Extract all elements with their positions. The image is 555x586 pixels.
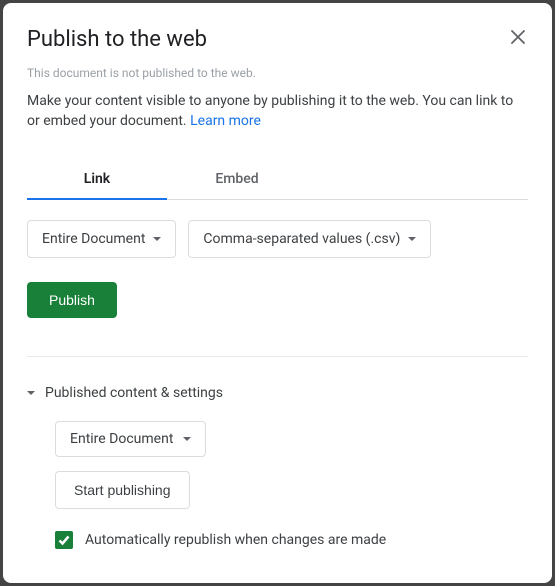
dialog-title: Publish to the web (27, 27, 528, 52)
dialog-description: Make your content visible to anyone by p… (27, 92, 528, 131)
caret-down-icon (27, 391, 35, 395)
auto-republish-label: Automatically republish when changes are… (85, 532, 386, 548)
divider (27, 356, 528, 357)
description-text: Make your content visible to anyone by p… (27, 93, 513, 129)
publish-status: This document is not published to the we… (27, 66, 528, 80)
caret-down-icon (183, 437, 191, 441)
publish-button[interactable]: Publish (27, 282, 117, 318)
scope-select[interactable]: Entire Document (27, 220, 176, 258)
close-icon (511, 30, 525, 44)
close-button[interactable] (506, 25, 530, 49)
publish-dialog: Publish to the web This document is not … (3, 3, 552, 583)
tab-bar: Link Embed (27, 161, 528, 200)
auto-republish-row: Automatically republish when changes are… (55, 531, 528, 549)
settings-scope-select[interactable]: Entire Document (55, 421, 206, 457)
settings-header-label: Published content & settings (45, 385, 223, 401)
auto-republish-checkbox[interactable] (55, 531, 73, 549)
start-publishing-button[interactable]: Start publishing (55, 471, 190, 509)
settings-body: Entire Document Start publishing Automat… (27, 421, 528, 549)
scope-select-label: Entire Document (42, 231, 145, 247)
selector-row: Entire Document Comma-separated values (… (27, 220, 528, 258)
caret-down-icon (153, 237, 161, 241)
settings-section-toggle[interactable]: Published content & settings (27, 385, 528, 401)
format-select-label: Comma-separated values (.csv) (203, 231, 400, 247)
format-select[interactable]: Comma-separated values (.csv) (188, 220, 431, 258)
caret-down-icon (408, 237, 416, 241)
learn-more-link[interactable]: Learn more (190, 113, 261, 129)
tab-embed[interactable]: Embed (167, 161, 307, 199)
checkmark-icon (57, 533, 71, 547)
tab-link[interactable]: Link (27, 161, 167, 199)
settings-scope-label: Entire Document (70, 431, 173, 447)
